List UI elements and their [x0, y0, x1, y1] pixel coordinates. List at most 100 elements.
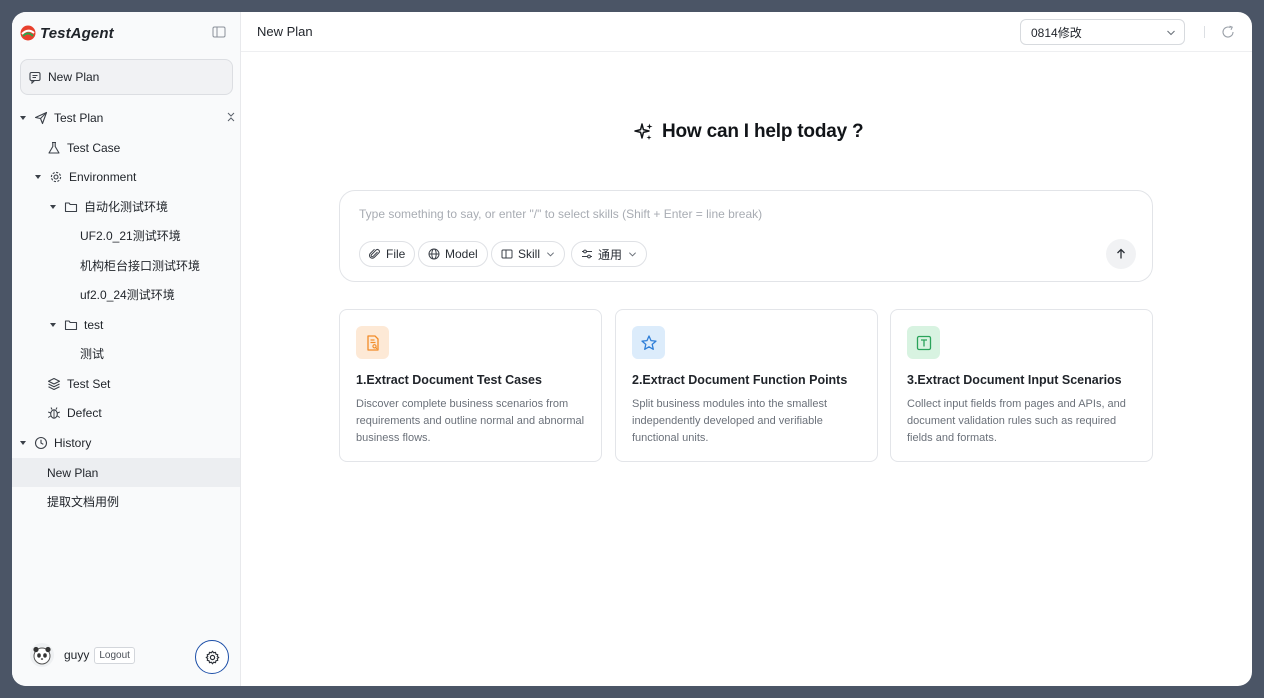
tree-item-test-case[interactable]: Test Case	[12, 133, 240, 162]
hero: How can I help today ?	[634, 121, 864, 143]
gear-icon	[49, 170, 63, 184]
file-button-label: File	[386, 247, 406, 261]
card-icon-box	[632, 326, 665, 359]
page-title: New Plan	[257, 24, 313, 39]
folder-icon	[64, 318, 78, 332]
card-icon-box	[907, 326, 940, 359]
layers-icon	[47, 377, 61, 391]
chevron-down-icon	[629, 251, 637, 257]
tree-item-label: UF2.0_21测试环境	[80, 229, 181, 243]
tree-item-label: 自动化测试环境	[84, 200, 169, 214]
folder-icon	[64, 200, 78, 214]
main-panel: New Plan 0814修改 How can I help today ? T…	[241, 12, 1252, 686]
flask-icon	[47, 141, 61, 155]
tree-item-test-plan[interactable]: Test Plan	[12, 103, 240, 132]
tree-item-auto-env-folder[interactable]: 自动化测试环境	[12, 192, 240, 221]
header-divider	[1204, 26, 1205, 38]
clock-icon	[34, 436, 48, 450]
tree-item-label: 提取文档用例	[47, 495, 120, 509]
chevron-down-icon	[547, 251, 555, 257]
model-button[interactable]: Model	[418, 241, 488, 267]
tree-item-label: Defect	[67, 405, 102, 420]
general-dropdown-label: 通用	[598, 247, 623, 262]
caret-down-icon[interactable]	[33, 172, 43, 182]
card-title: 2.Extract Document Function Points	[632, 373, 848, 387]
document-search-icon	[366, 334, 379, 351]
globe-icon	[428, 248, 440, 260]
tree-item-label: Test Case	[67, 140, 121, 155]
refresh-icon[interactable]	[1221, 25, 1235, 39]
skill-card-extract-test-cases[interactable]: 1.Extract Document Test Cases Discover c…	[339, 309, 602, 462]
tree-item-label: Test Set	[67, 376, 111, 391]
sparkles-icon	[634, 123, 653, 140]
tree-item-defect[interactable]: Defect	[12, 398, 240, 427]
avatar[interactable]	[30, 643, 54, 667]
settings-button[interactable]	[195, 640, 229, 674]
gear-icon	[205, 650, 219, 664]
sidebar-toggle-icon[interactable]	[212, 25, 226, 39]
tree-item-environment[interactable]: Environment	[12, 162, 240, 191]
new-plan-button[interactable]: New Plan	[20, 59, 233, 95]
version-select[interactable]: 0814修改	[1020, 19, 1185, 45]
collapse-all-icon[interactable]	[226, 112, 236, 122]
send-icon	[34, 111, 48, 125]
tree-item-label: 测试	[80, 347, 105, 361]
tree-item-label: test	[84, 317, 104, 332]
new-chat-icon	[29, 71, 41, 84]
tree-item-env[interactable]: 机构柜台接口测试环境	[12, 251, 240, 280]
caret-down-icon[interactable]	[18, 438, 28, 448]
history-item[interactable]: 提取文档用例	[12, 487, 240, 516]
sidebar: TestAgent New Plan Test Plan Test Case E…	[12, 12, 241, 686]
tree-item-env[interactable]: 测试	[12, 339, 240, 368]
tree-item-env[interactable]: UF2.0_21测试环境	[12, 221, 240, 250]
caret-down-icon[interactable]	[48, 202, 58, 212]
tree-item-label: Test Plan	[54, 110, 104, 125]
sliders-icon	[582, 249, 592, 259]
card-title: 1.Extract Document Test Cases	[356, 373, 542, 387]
tree-item-label: History	[54, 435, 92, 450]
tree-item-test-set[interactable]: Test Set	[12, 369, 240, 398]
caret-down-icon[interactable]	[18, 113, 28, 123]
tree-item-history[interactable]: History	[12, 428, 240, 457]
new-plan-label: New Plan	[48, 70, 100, 84]
card-description: Split business modules into the smallest…	[632, 398, 828, 444]
text-box-icon	[916, 335, 931, 350]
book-icon	[501, 249, 513, 259]
tree-item-label: Environment	[69, 169, 137, 184]
app-window: TestAgent New Plan Test Plan Test Case E…	[12, 12, 1252, 686]
card-title: 3.Extract Document Input Scenarios	[907, 373, 1122, 387]
send-button[interactable]	[1106, 239, 1136, 269]
logout-button[interactable]: Logout	[94, 646, 135, 664]
tree-item-test-folder[interactable]: test	[12, 310, 240, 339]
tree-item-label: uf2.0_24测试环境	[80, 288, 175, 302]
skill-dropdown-label: Skill	[518, 247, 541, 261]
caret-down-icon[interactable]	[48, 320, 58, 330]
header: New Plan 0814修改	[241, 12, 1252, 52]
chat-box: File Model Skill 通用	[339, 190, 1153, 282]
history-item-new-plan[interactable]: New Plan	[12, 458, 240, 487]
tree-item-env[interactable]: uf2.0_24测试环境	[12, 280, 240, 309]
hero-title: How can I help today ?	[662, 121, 864, 142]
tree-item-label: New Plan	[47, 465, 99, 480]
paperclip-icon	[369, 248, 380, 259]
brand-name: TestAgent	[40, 24, 114, 42]
card-description: Discover complete business scenarios fro…	[356, 398, 585, 444]
card-icon-box	[356, 326, 389, 359]
file-button[interactable]: File	[359, 241, 416, 267]
user-info: guyy Logout	[30, 643, 135, 667]
skill-card-extract-input-scenarios[interactable]: 3.Extract Document Input Scenarios Colle…	[890, 309, 1153, 462]
card-description: Collect input fields from pages and APIs…	[907, 398, 1126, 444]
skill-card-extract-function-points[interactable]: 2.Extract Document Function Points Split…	[615, 309, 878, 462]
chat-input[interactable]	[359, 207, 1119, 221]
brand-logo-icon	[20, 25, 36, 41]
bug-icon	[47, 406, 61, 420]
version-select-value: 0814修改	[1031, 25, 1082, 40]
username: guyy	[64, 648, 90, 662]
skill-dropdown[interactable]: Skill	[491, 241, 566, 267]
brand: TestAgent	[20, 24, 114, 42]
tree-item-label: 机构柜台接口测试环境	[80, 259, 201, 273]
general-dropdown[interactable]: 通用	[571, 241, 648, 267]
arrow-up-icon	[1117, 248, 1125, 259]
star-icon	[640, 334, 657, 350]
model-button-label: Model	[445, 247, 478, 261]
